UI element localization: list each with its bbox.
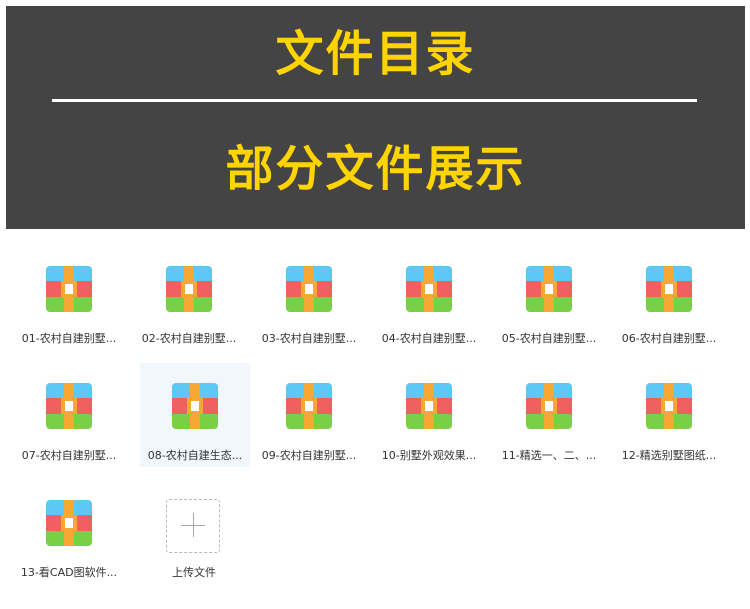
file-name: 02-农村自建别墅... — [141, 332, 237, 345]
file-item[interactable]: 10-别墅外观效果... — [374, 363, 484, 467]
file-item[interactable]: 11-精选一、二、... — [494, 363, 604, 467]
archive-icon — [286, 266, 332, 312]
file-name: 03-农村自建别墅... — [261, 332, 357, 345]
plus-icon — [166, 499, 220, 553]
file-item[interactable]: 09-农村自建别墅... — [254, 363, 364, 467]
file-name: 11-精选一、二、... — [501, 449, 597, 462]
file-item[interactable]: 13-看CAD图软件... — [14, 480, 124, 584]
file-name: 05-农村自建别墅... — [501, 332, 597, 345]
file-item[interactable]: 03-农村自建别墅... — [254, 246, 364, 350]
file-item[interactable]: 07-农村自建别墅... — [14, 363, 124, 467]
file-name: 07-农村自建别墅... — [21, 449, 117, 462]
file-name: 01-农村自建别墅... — [21, 332, 117, 345]
file-name: 10-别墅外观效果... — [381, 449, 477, 462]
banner-title: 文件目录 — [275, 26, 476, 82]
file-item[interactable]: 05-农村自建别墅... — [494, 246, 604, 350]
banner-subtitle: 部分文件展示 — [225, 141, 526, 197]
file-name: 08-农村自建生态... — [147, 449, 243, 462]
archive-icon — [286, 383, 332, 429]
archive-icon — [166, 266, 212, 312]
archive-icon — [406, 383, 452, 429]
archive-icon — [172, 383, 218, 429]
file-name: 12-精选别墅图纸... — [621, 449, 717, 462]
archive-icon — [46, 500, 92, 546]
upload-button[interactable]: 上传文件 — [139, 480, 249, 584]
archive-icon — [526, 266, 572, 312]
file-name: 04-农村自建别墅... — [381, 332, 477, 345]
archive-icon — [406, 266, 452, 312]
file-name: 09-农村自建别墅... — [261, 449, 357, 462]
archive-icon — [526, 383, 572, 429]
file-name: 13-看CAD图软件... — [20, 566, 118, 579]
archive-icon — [646, 383, 692, 429]
file-item[interactable]: 04-农村自建别墅... — [374, 246, 484, 350]
file-grid: 01-农村自建别墅... 02-农村自建别墅... 03-农村自建别墅... 0… — [14, 246, 734, 596]
file-item[interactable]: 02-农村自建别墅... — [134, 246, 244, 350]
banner-divider — [52, 99, 697, 102]
file-name: 06-农村自建别墅... — [621, 332, 717, 345]
file-item[interactable]: 01-农村自建别墅... — [14, 246, 124, 350]
archive-icon — [46, 383, 92, 429]
header-banner: 文件目录 部分文件展示 — [6, 6, 745, 229]
file-item[interactable]: 12-精选别墅图纸... — [614, 363, 724, 467]
archive-icon — [46, 266, 92, 312]
archive-icon — [646, 266, 692, 312]
upload-label: 上传文件 — [172, 566, 216, 579]
file-item[interactable]: 06-农村自建别墅... — [614, 246, 724, 350]
file-item[interactable]: 08-农村自建生态... — [140, 363, 250, 467]
